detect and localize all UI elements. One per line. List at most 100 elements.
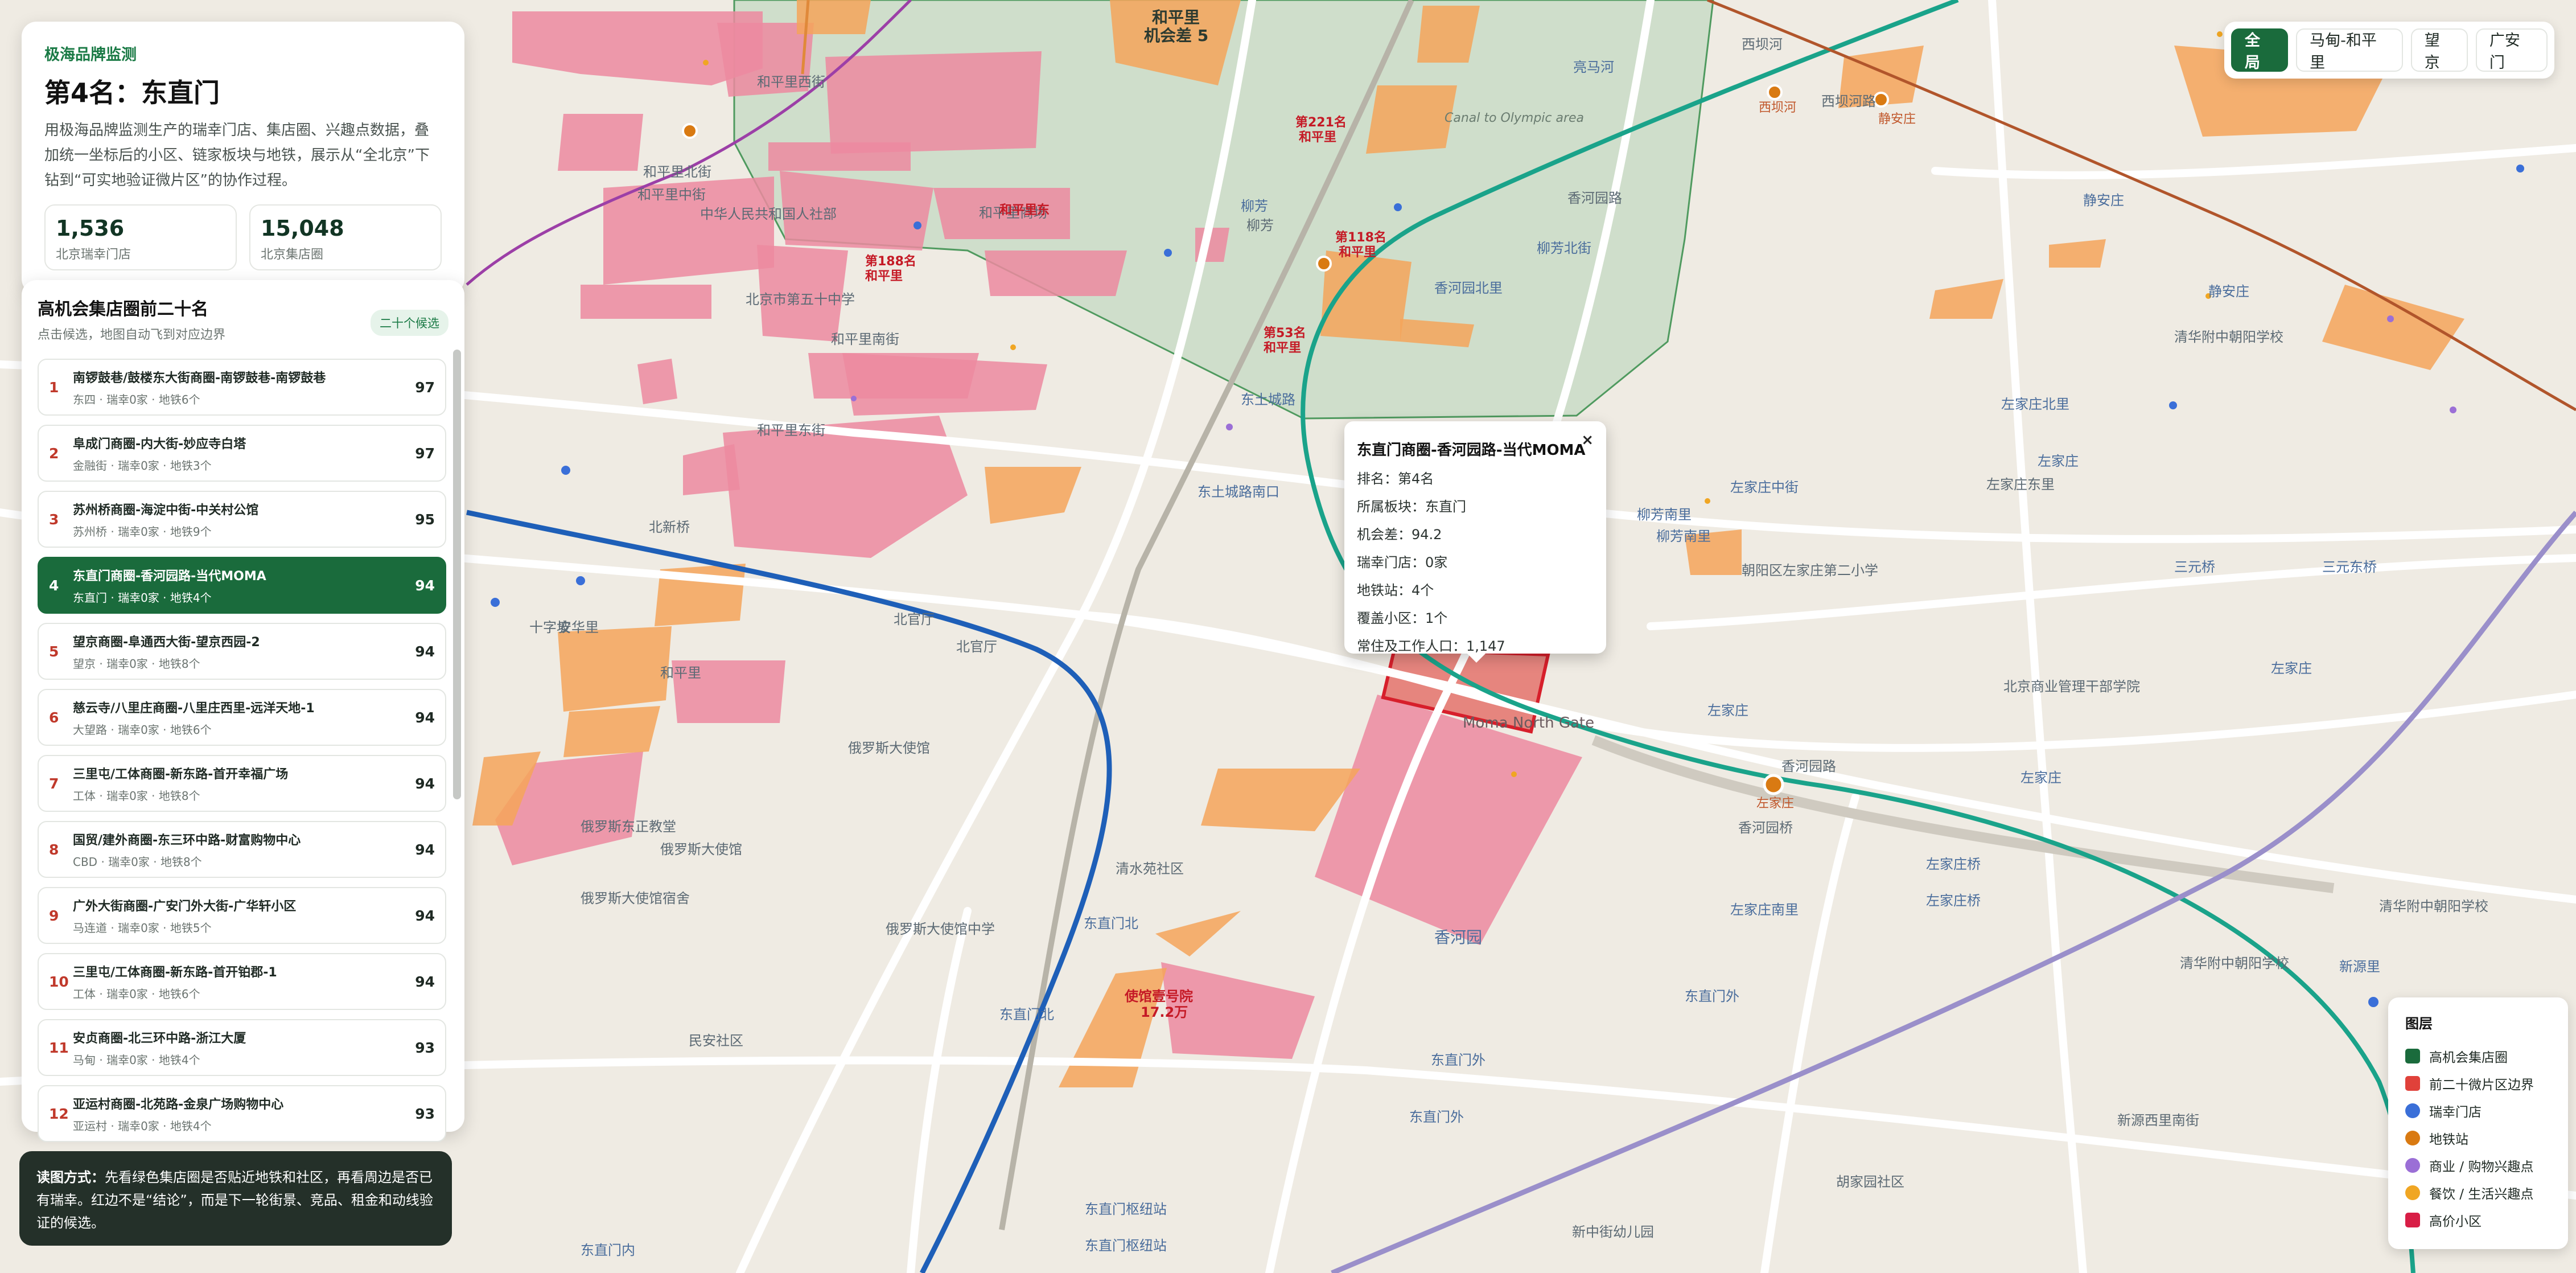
candidate-row[interactable]: 12 亚运村商圈-北苑路-金泉广场购物中心 亚运村 · 瑞幸0家 · 地铁4个 93 (38, 1085, 446, 1142)
store-dot[interactable] (561, 466, 570, 475)
candidate-row[interactable]: 9 广外大街商圈-广安门外大街-广华轩小区 马连道 · 瑞幸0家 · 地铁5个 94 (38, 887, 446, 944)
ranking-marker[interactable]: 和平里 (1264, 341, 1301, 355)
map-label: 和平里中街 (637, 187, 706, 203)
map-label: 东直门北 (1084, 915, 1138, 931)
store-dot[interactable] (2516, 165, 2524, 173)
legend-item[interactable]: 前二十微片区边界 (2405, 1070, 2551, 1097)
ranking-marker[interactable]: 和平里 (1339, 245, 1376, 260)
candidate-rank: 1 (49, 379, 59, 396)
subway-station-icon[interactable] (1763, 774, 1784, 795)
legend-items: 高机会集店圈 前二十微片区边界 瑞幸门店 地铁站 商业 / 购物兴趣点 餐饮 /… (2405, 1042, 2551, 1234)
map-label: 北京市第五十中学 (746, 291, 855, 307)
close-icon[interactable]: × (1581, 432, 1594, 449)
map-label: 静安庄 (2208, 284, 2249, 299)
candidate-name: 国贸/建外商圈-东三环中路-财富购物中心 (73, 833, 301, 848)
map-label: 和平里北街 (643, 164, 711, 180)
stat-value: 15,048 (261, 216, 344, 241)
legend-item[interactable]: 高价小区 (2405, 1206, 2551, 1234)
ranking-marker[interactable]: 使馆壹号院 (1124, 988, 1193, 1004)
ranking-marker[interactable]: 第53名 (1264, 326, 1306, 340)
map-label: 清华附中朝阳学校 (2379, 898, 2488, 914)
map-label: 静安庄 (2083, 192, 2124, 208)
candidate-row[interactable]: 2 阜成门商圈-内大街-妙应寺白塔 金融街 · 瑞幸0家 · 地铁3个 97 (38, 425, 446, 482)
map-label: 俄罗斯大使馆中学 (886, 921, 995, 937)
opportunity-marker[interactable]: 和平里 机会差 5 (1144, 8, 1208, 45)
ranking-marker[interactable]: 第188名 (865, 254, 916, 269)
region-button-wangjing[interactable]: 望京 (2410, 28, 2468, 72)
legend-item[interactable]: 地铁站 (2405, 1124, 2551, 1152)
map-label: 柳芳南里 (1656, 528, 1711, 544)
map-label: 俄罗斯大使馆宿舍 (581, 890, 690, 906)
map-label: 东土城路 (1241, 392, 1295, 408)
candidate-row-selected[interactable]: 4 东直门商圈-香河园路-当代MOMA 东直门 · 瑞幸0家 · 地铁4个 94 (38, 557, 446, 614)
map-label: 西坝河路 (1821, 93, 1876, 109)
commercial-block (558, 626, 672, 712)
candidate-row[interactable]: 10 三里屯/工体商圈-新东路-首开铂郡-1 工体 · 瑞幸0家 · 地铁6个 94 (38, 953, 446, 1010)
scrollbar-thumb[interactable] (453, 350, 461, 799)
map-label: 左家庄桥 (1926, 893, 1981, 909)
region-button-guanganmen[interactable]: 广安门 (2475, 28, 2548, 72)
legend-title: 图层 (2405, 1016, 2433, 1032)
candidate-name: 阜成门商圈-内大街-妙应寺白塔 (73, 437, 246, 451)
legend-item[interactable]: 餐饮 / 生活兴趣点 (2405, 1179, 2551, 1206)
store-dot[interactable] (1394, 203, 1402, 211)
candidate-row[interactable]: 6 慈云寺/八里庄商圈-八里庄西里-远洋天地-1 大望路 · 瑞幸0家 · 地铁6个… (38, 689, 446, 746)
legend-swatch (2405, 1076, 2420, 1091)
candidate-row[interactable]: 1 南锣鼓巷/鼓楼东大街商圈-南锣鼓巷-南锣鼓巷 东四 · 瑞幸0家 · 地铁6个 9… (38, 359, 446, 416)
map-label: 香河园路 (1781, 758, 1836, 774)
store-dot[interactable] (576, 576, 585, 585)
candidate-rank: 8 (49, 841, 59, 858)
subway-station-icon[interactable] (1873, 92, 1889, 108)
candidate-row[interactable]: 8 国贸/建外商圈-东三环中路-财富购物中心 CBD · 瑞幸0家 · 地铁8个 94 (38, 821, 446, 878)
legend-label: 餐饮 / 生活兴趣点 (2429, 1187, 2534, 1202)
candidate-meta: 马连道 · 瑞幸0家 · 地铁5个 (73, 921, 212, 935)
candidate-name: 苏州桥商圈-海淀中街-中关村公馆 (73, 503, 259, 518)
candidate-score: 97 (415, 445, 435, 462)
popup-line-district: 所属板块：东直门 (1357, 499, 1466, 515)
candidate-rank: 5 (49, 643, 59, 660)
region-button-madian-hepingli[interactable]: 马甸-和平里 (2296, 28, 2403, 72)
map-label: 左家庄中街 (1730, 479, 1799, 495)
map-label: 俄罗斯大使馆 (660, 841, 742, 857)
candidate-row[interactable]: 11 安贞商圈-北三环中路-浙江大厦 马甸 · 瑞幸0家 · 地铁4个 93 (38, 1019, 446, 1076)
store-dot[interactable] (2368, 997, 2379, 1007)
store-dot[interactable] (2169, 401, 2177, 409)
map-label: 新源西里南街 (2117, 1112, 2199, 1128)
ranking-marker[interactable]: 第221名 (1295, 115, 1347, 130)
candidate-row[interactable]: 5 望京商圈-阜通西大街-望京西园-2 望京 · 瑞幸0家 · 地铁8个 94 (38, 623, 446, 680)
map-label: 十字坡 (529, 619, 570, 635)
candidate-row[interactable]: 7 三里屯/工体商圈-新东路-首开幸福广场 工体 · 瑞幸0家 · 地铁8个 94 (38, 755, 446, 812)
ranking-marker[interactable]: 17.2万 (1141, 1004, 1188, 1020)
map-label: 胡家园社区 (1836, 1174, 1904, 1190)
opportunity-sub: 机会差 5 (1144, 26, 1208, 45)
store-dot[interactable] (491, 598, 500, 607)
page-title: 第4名：东直门 (44, 77, 220, 108)
map-label: 和平里南街 (831, 331, 899, 347)
candidate-meta: CBD · 瑞幸0家 · 地铁8个 (73, 855, 202, 869)
poi-dot (703, 60, 709, 65)
map-label: Canal to Olympic area (1445, 111, 1584, 125)
ranking-marker[interactable]: 和平里 (1299, 130, 1336, 145)
candidate-list: 1 南锣鼓巷/鼓楼东大街商圈-南锣鼓巷-南锣鼓巷 东四 · 瑞幸0家 · 地铁6个 9… (38, 359, 448, 1142)
candidate-name: 南锣鼓巷/鼓楼东大街商圈-南锣鼓巷-南锣鼓巷 (73, 371, 326, 385)
legend-item[interactable]: 商业 / 购物兴趣点 (2405, 1152, 2551, 1179)
popup-title: 东直门商圈-香河园路-当代MOMA (1357, 442, 1586, 459)
ranking-marker[interactable]: 和平里东 (999, 203, 1050, 217)
subway-station-icon[interactable] (1767, 84, 1783, 100)
residential-block (558, 114, 643, 171)
legend-item[interactable]: 高机会集店圈 (2405, 1042, 2551, 1070)
store-dot[interactable] (913, 221, 921, 229)
map-label: 俄罗斯大使馆 (848, 740, 930, 756)
store-dot[interactable] (1164, 249, 1172, 257)
candidate-row[interactable]: 3 苏州桥商圈-海淀中街-中关村公馆 苏州桥 · 瑞幸0家 · 地铁9个 95 (38, 491, 446, 548)
candidate-meta: 东四 · 瑞幸0家 · 地铁6个 (73, 392, 200, 406)
subway-station-icon[interactable] (682, 123, 698, 139)
legend-item[interactable]: 瑞幸门店 (2405, 1097, 2551, 1124)
popup-line-stores: 瑞幸门店：0家 (1357, 555, 1448, 570)
ranking-marker[interactable]: 第118名 (1335, 230, 1386, 245)
region-button-all[interactable]: 全局 (2231, 28, 2289, 72)
list-scrollbar[interactable] (453, 350, 462, 1124)
candidate-score: 94 (415, 973, 435, 990)
ranking-marker[interactable]: 和平里 (865, 269, 903, 284)
subway-station-icon[interactable] (1316, 256, 1332, 272)
